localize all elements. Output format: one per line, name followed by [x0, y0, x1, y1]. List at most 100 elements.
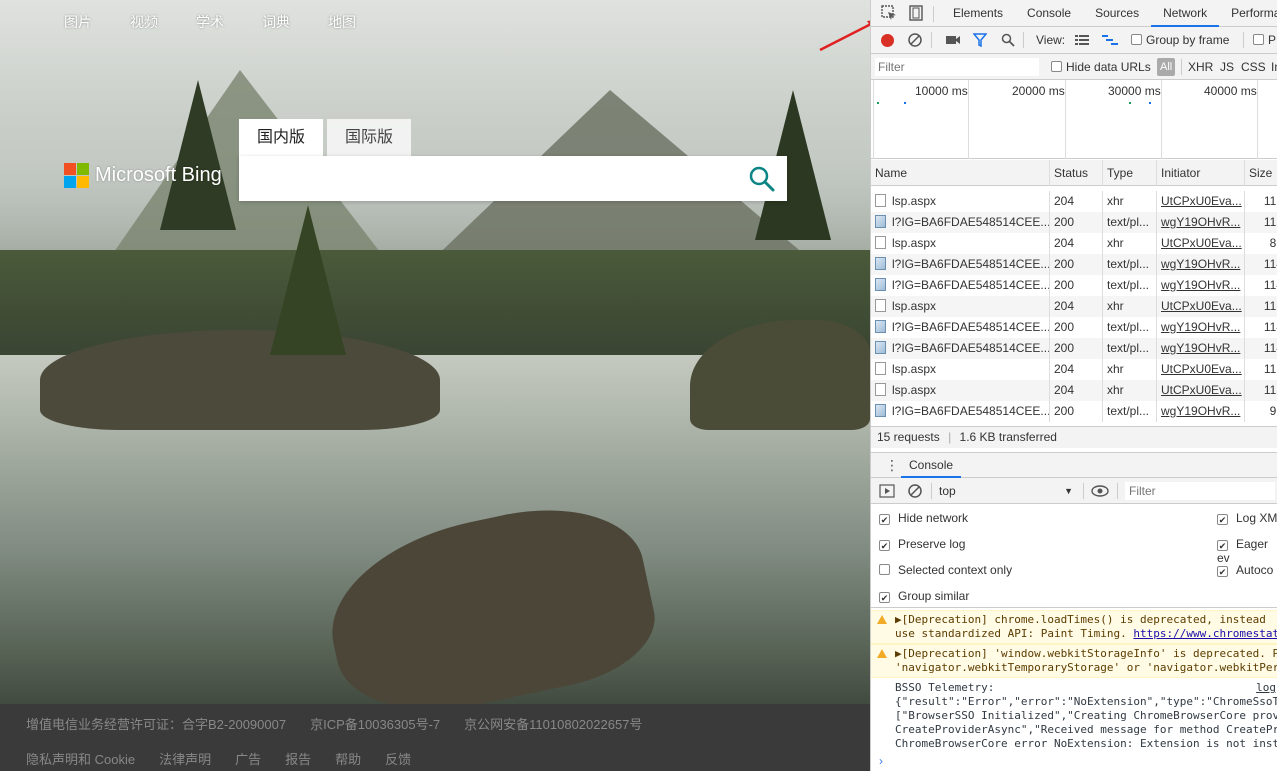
- console-setting[interactable]: Eager ev: [1217, 537, 1277, 565]
- nav-academic[interactable]: 学术: [196, 12, 224, 32]
- console-setting[interactable]: Selected context only: [879, 563, 1012, 577]
- inspect-element-icon[interactable]: [880, 4, 898, 22]
- tab-console[interactable]: Console: [1015, 0, 1083, 27]
- column-name[interactable]: Name: [871, 160, 1050, 186]
- hide-data-urls-toggle[interactable]: Hide data URLs: [1051, 60, 1151, 74]
- table-row[interactable]: l?IG=BA6FDAE548514CEE... 200 text/pl... wgY…: [871, 338, 1277, 359]
- cell-name: lsp.aspx: [871, 296, 1050, 317]
- nav-dictionary[interactable]: 词典: [262, 12, 290, 32]
- table-row[interactable]: l?IG=BA6FDAE548514CEE... 200 text/pl... wgY…: [871, 317, 1277, 338]
- console-setting[interactable]: Group similar: [879, 589, 969, 603]
- filter-css[interactable]: CSS: [1241, 60, 1266, 74]
- record-icon[interactable]: [881, 34, 894, 47]
- cell-initiator[interactable]: wgY19OHvR...: [1157, 317, 1245, 338]
- console-filter-input[interactable]: [1125, 482, 1275, 500]
- filter-img[interactable]: Im: [1271, 60, 1277, 74]
- table-row[interactable]: l?IG=BA6FDAE548514CEE... 200 text/pl... wgY…: [871, 254, 1277, 275]
- table-row[interactable]: lsp.aspx 204xhrUtCPxU0Eva... 113: [871, 191, 1277, 212]
- tab-international[interactable]: 国际版: [327, 119, 412, 156]
- cell-initiator[interactable]: UtCPxU0Eva...: [1157, 380, 1245, 401]
- console-prompt[interactable]: ›: [879, 754, 883, 768]
- footer-link-ads[interactable]: 广告: [235, 749, 261, 768]
- console-warning[interactable]: ▶[Deprecation] 'window.webkitStorageInfo…: [871, 644, 1277, 678]
- tab-domestic[interactable]: 国内版: [239, 119, 324, 156]
- footer-link-help[interactable]: 帮助: [335, 749, 361, 768]
- preserve-log-checkbox[interactable]: [1253, 34, 1264, 45]
- nav-images[interactable]: 图片: [64, 12, 92, 32]
- console-setting[interactable]: Preserve log: [879, 537, 965, 551]
- console-setting[interactable]: Log XM: [1217, 511, 1277, 525]
- cell-initiator[interactable]: UtCPxU0Eva...: [1157, 233, 1245, 254]
- search-icon[interactable]: [1001, 33, 1015, 47]
- column-size[interactable]: Size: [1245, 160, 1277, 186]
- table-row[interactable]: lsp.aspx 204xhrUtCPxU0Eva... 113: [871, 380, 1277, 401]
- cell-initiator[interactable]: UtCPxU0Eva...: [1157, 359, 1245, 380]
- setting-checkbox[interactable]: [1217, 514, 1228, 525]
- footer-link-report[interactable]: 报告: [285, 749, 311, 768]
- table-row[interactable]: lsp.aspx 204xhrUtCPxU0Eva... 89: [871, 233, 1277, 254]
- tab-elements[interactable]: Elements: [941, 0, 1015, 27]
- group-by-frame-checkbox[interactable]: [1131, 34, 1142, 45]
- setting-checkbox[interactable]: [1217, 566, 1228, 577]
- table-row[interactable]: l?IG=BA6FDAE548514CEE... 200 text/pl... wgY…: [871, 212, 1277, 233]
- filter-xhr[interactable]: XHR: [1188, 60, 1213, 74]
- console-setting[interactable]: Hide network: [879, 511, 968, 525]
- large-rows-icon[interactable]: [1075, 34, 1089, 46]
- cell-initiator[interactable]: wgY19OHvR...: [1157, 275, 1245, 296]
- message-link[interactable]: https://www.chromestat: [1133, 627, 1277, 640]
- sidebar-toggle-icon[interactable]: [879, 483, 895, 499]
- device-toolbar-icon[interactable]: [907, 4, 925, 22]
- setting-checkbox[interactable]: [879, 592, 890, 603]
- drawer-tab-console[interactable]: Console: [901, 453, 962, 478]
- bing-logo[interactable]: Microsoft Bing: [64, 163, 222, 188]
- setting-checkbox[interactable]: [879, 540, 890, 551]
- search-input[interactable]: [249, 164, 729, 193]
- table-row[interactable]: l?IG=BA6FDAE548514CEE... 200 text/pl... wgY…: [871, 401, 1277, 422]
- column-status[interactable]: Status: [1050, 160, 1103, 186]
- tab-performance[interactable]: Performan: [1219, 0, 1277, 27]
- nav-maps[interactable]: 地图: [328, 12, 356, 32]
- setting-checkbox[interactable]: [879, 564, 890, 575]
- preserve-log-toggle[interactable]: P: [1253, 33, 1276, 47]
- console-warning[interactable]: ▶[Deprecation] chrome.loadTimes() is dep…: [871, 610, 1277, 644]
- table-row[interactable]: l?IG=BA6FDAE548514CEE... 200 text/pl... wgY…: [871, 275, 1277, 296]
- setting-checkbox[interactable]: [879, 514, 890, 525]
- table-row[interactable]: lsp.aspx 204xhrUtCPxU0Eva... 113: [871, 296, 1277, 317]
- tab-network[interactable]: Network: [1151, 0, 1220, 27]
- context-selector[interactable]: top ▼: [939, 481, 1075, 501]
- column-initiator[interactable]: Initiator: [1157, 160, 1245, 186]
- cell-initiator[interactable]: wgY19OHvR...: [1157, 254, 1245, 275]
- console-log[interactable]: BSSO Telemetry: {"result":"Error","error"…: [871, 679, 1277, 755]
- clear-console-icon[interactable]: [907, 483, 923, 499]
- search-icon[interactable]: [749, 166, 775, 192]
- footer-police-record[interactable]: 京公网安备11010802022657号: [464, 714, 642, 733]
- tab-sources[interactable]: Sources: [1083, 0, 1151, 27]
- footer-link-privacy[interactable]: 隐私声明和 Cookie: [26, 749, 135, 768]
- source-link[interactable]: log: [1256, 681, 1276, 695]
- drawer-menu-icon[interactable]: ⋮: [885, 456, 899, 474]
- waterfall-icon[interactable]: [1102, 34, 1118, 46]
- filter-all-button[interactable]: All: [1157, 58, 1176, 76]
- hide-data-urls-checkbox[interactable]: [1051, 61, 1062, 72]
- clear-icon[interactable]: [907, 32, 923, 48]
- cell-initiator[interactable]: wgY19OHvR...: [1157, 401, 1245, 422]
- cell-initiator[interactable]: UtCPxU0Eva...: [1157, 191, 1245, 212]
- group-by-frame-toggle[interactable]: Group by frame: [1131, 33, 1229, 47]
- cell-initiator[interactable]: UtCPxU0Eva...: [1157, 296, 1245, 317]
- column-type[interactable]: Type: [1103, 160, 1157, 186]
- table-row[interactable]: lsp.aspx 204xhrUtCPxU0Eva... 113: [871, 359, 1277, 380]
- filter-js[interactable]: JS: [1220, 60, 1234, 74]
- footer-icp[interactable]: 京ICP备10036305号-7: [310, 714, 440, 733]
- footer-link-feedback[interactable]: 反馈: [385, 749, 411, 768]
- nav-videos[interactable]: 视频: [130, 12, 158, 32]
- setting-checkbox[interactable]: [1217, 540, 1228, 551]
- eye-icon[interactable]: [1091, 484, 1109, 498]
- network-timeline-overview[interactable]: 10000 ms 20000 ms 30000 ms 40000 ms: [871, 80, 1277, 159]
- console-setting[interactable]: Autoco: [1217, 563, 1273, 577]
- camera-icon[interactable]: [945, 33, 961, 47]
- network-filter-input[interactable]: [875, 58, 1039, 76]
- filter-icon[interactable]: [973, 33, 987, 47]
- cell-initiator[interactable]: wgY19OHvR...: [1157, 212, 1245, 233]
- cell-initiator[interactable]: wgY19OHvR...: [1157, 338, 1245, 359]
- footer-link-legal[interactable]: 法律声明: [159, 749, 211, 768]
